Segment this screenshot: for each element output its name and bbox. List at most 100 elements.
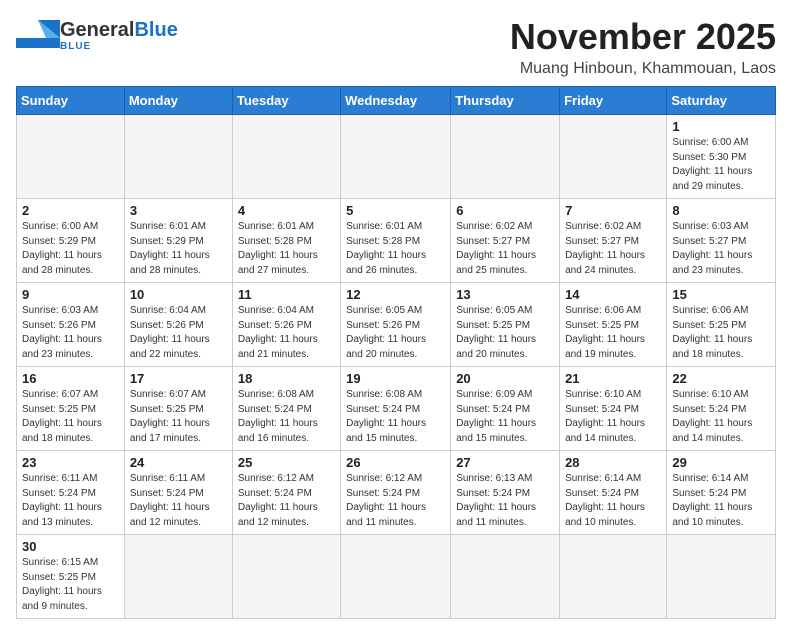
table-row: 7 Sunrise: 6:02 AM Sunset: 5:27 PM Daylig… — [560, 199, 667, 283]
day-number: 15 — [672, 287, 770, 302]
table-row: 8Sunrise: 6:03 AM Sunset: 5:27 PM Daylig… — [667, 199, 776, 283]
table-row — [124, 115, 232, 199]
location-title: Muang Hinboun, Khammouan, Laos — [510, 60, 776, 78]
day-info: Sunrise: 6:10 AM Sunset: 5:24 PM Dayligh… — [672, 388, 770, 446]
logo-text: GeneralBlue — [60, 19, 178, 41]
day-info: Sunrise: 6:12 AM Sunset: 5:24 PM Dayligh… — [346, 472, 445, 530]
day-info: Sunrise: 6:04 AM Sunset: 5:26 PM Dayligh… — [238, 304, 335, 362]
day-info: Sunrise: 6:02 AM Sunset: 5:27 PM Dayligh… — [456, 220, 554, 278]
table-row — [341, 535, 451, 619]
day-info: Sunrise: 6:05 AM Sunset: 5:26 PM Dayligh… — [346, 304, 445, 362]
table-row — [451, 535, 560, 619]
day-info: Sunrise: 6:01 AM Sunset: 5:29 PM Dayligh… — [130, 220, 227, 278]
table-row: 13Sunrise: 6:05 AM Sunset: 5:25 PM Dayli… — [451, 283, 560, 367]
table-row: 30Sunrise: 6:15 AM Sunset: 5:25 PM Dayli… — [17, 535, 125, 619]
day-number: 8 — [672, 203, 770, 218]
day-info: Sunrise: 6:00 AM Sunset: 5:30 PM Dayligh… — [672, 136, 770, 194]
day-info: Sunrise: 6:10 AM Sunset: 5:24 PM Dayligh… — [565, 388, 661, 446]
day-number: 21 — [565, 371, 661, 386]
calendar-header-row: Sunday Monday Tuesday Wednesday Thursday… — [17, 87, 776, 115]
table-row: 19 Sunrise: 6:08 AM Sunset: 5:24 PM Dayli… — [341, 367, 451, 451]
day-number: 16 — [22, 371, 119, 386]
table-row: 11 Sunrise: 6:04 AM Sunset: 5:26 PM Dayli… — [232, 283, 340, 367]
table-row: 4 Sunrise: 6:01 AM Sunset: 5:28 PM Daylig… — [232, 199, 340, 283]
title-section: November 2025 Muang Hinboun, Khammouan, … — [510, 16, 776, 78]
table-row: 14 Sunrise: 6:06 AM Sunset: 5:25 PM Dayli… — [560, 283, 667, 367]
table-row: 10 Sunrise: 6:04 AM Sunset: 5:26 PM Dayli… — [124, 283, 232, 367]
day-info: Sunrise: 6:14 AM Sunset: 5:24 PM Dayligh… — [565, 472, 661, 530]
table-row: 18 Sunrise: 6:08 AM Sunset: 5:24 PM Dayli… — [232, 367, 340, 451]
logo-subtitle: BLUE — [60, 41, 178, 52]
day-info: Sunrise: 6:12 AM Sunset: 5:24 PM Dayligh… — [238, 472, 335, 530]
day-number: 25 — [238, 455, 335, 470]
header-wednesday: Wednesday — [341, 87, 451, 115]
table-row: 20 Sunrise: 6:09 AM Sunset: 5:24 PM Dayli… — [451, 367, 560, 451]
day-number: 3 — [130, 203, 227, 218]
table-row: 2Sunrise: 6:00 AM Sunset: 5:29 PM Daylig… — [17, 199, 125, 283]
day-info: Sunrise: 6:01 AM Sunset: 5:28 PM Dayligh… — [238, 220, 335, 278]
day-info: Sunrise: 6:09 AM Sunset: 5:24 PM Dayligh… — [456, 388, 554, 446]
logo-icon — [16, 16, 54, 54]
logo: GeneralBlue BLUE — [16, 16, 178, 54]
table-row — [124, 535, 232, 619]
day-info: Sunrise: 6:07 AM Sunset: 5:25 PM Dayligh… — [130, 388, 227, 446]
day-number: 24 — [130, 455, 227, 470]
day-info: Sunrise: 6:08 AM Sunset: 5:24 PM Dayligh… — [346, 388, 445, 446]
table-row: 6 Sunrise: 6:02 AM Sunset: 5:27 PM Daylig… — [451, 199, 560, 283]
day-number: 20 — [456, 371, 554, 386]
month-title: November 2025 — [510, 16, 776, 58]
table-row — [667, 535, 776, 619]
day-number: 14 — [565, 287, 661, 302]
logo-text-wrap: GeneralBlue BLUE — [60, 19, 178, 52]
table-row: 23Sunrise: 6:11 AM Sunset: 5:24 PM Dayli… — [17, 451, 125, 535]
day-number: 22 — [672, 371, 770, 386]
table-row: 26Sunrise: 6:12 AM Sunset: 5:24 PM Dayli… — [341, 451, 451, 535]
table-row: 12 Sunrise: 6:05 AM Sunset: 5:26 PM Dayli… — [341, 283, 451, 367]
table-row: 25 Sunrise: 6:12 AM Sunset: 5:24 PM Dayli… — [232, 451, 340, 535]
day-number: 11 — [238, 287, 335, 302]
header-sunday: Sunday — [17, 87, 125, 115]
table-row: 21 Sunrise: 6:10 AM Sunset: 5:24 PM Dayli… — [560, 367, 667, 451]
day-number: 23 — [22, 455, 119, 470]
table-row — [451, 115, 560, 199]
day-number: 19 — [346, 371, 445, 386]
day-number: 10 — [130, 287, 227, 302]
table-row: 29Sunrise: 6:14 AM Sunset: 5:24 PM Dayli… — [667, 451, 776, 535]
table-row: 27 Sunrise: 6:13 AM Sunset: 5:24 PM Dayli… — [451, 451, 560, 535]
table-row: 16Sunrise: 6:07 AM Sunset: 5:25 PM Dayli… — [17, 367, 125, 451]
day-info: Sunrise: 6:11 AM Sunset: 5:24 PM Dayligh… — [130, 472, 227, 530]
day-info: Sunrise: 6:02 AM Sunset: 5:27 PM Dayligh… — [565, 220, 661, 278]
day-number: 13 — [456, 287, 554, 302]
day-number: 30 — [22, 539, 119, 554]
day-number: 1 — [672, 119, 770, 134]
day-info: Sunrise: 6:14 AM Sunset: 5:24 PM Dayligh… — [672, 472, 770, 530]
day-number: 27 — [456, 455, 554, 470]
table-row — [232, 535, 340, 619]
table-row: 15 Sunrise: 6:06 AM Sunset: 5:25 PM Dayli… — [667, 283, 776, 367]
table-row: 17Sunrise: 6:07 AM Sunset: 5:25 PM Dayli… — [124, 367, 232, 451]
day-number: 7 — [565, 203, 661, 218]
table-row — [341, 115, 451, 199]
table-row: 1 Sunrise: 6:00 AM Sunset: 5:30 PM Daylig… — [667, 115, 776, 199]
day-info: Sunrise: 6:06 AM Sunset: 5:25 PM Dayligh… — [672, 304, 770, 362]
day-number: 12 — [346, 287, 445, 302]
table-row — [560, 535, 667, 619]
header-saturday: Saturday — [667, 87, 776, 115]
day-info: Sunrise: 6:04 AM Sunset: 5:26 PM Dayligh… — [130, 304, 227, 362]
table-row: 24 Sunrise: 6:11 AM Sunset: 5:24 PM Dayli… — [124, 451, 232, 535]
table-row — [232, 115, 340, 199]
day-info: Sunrise: 6:01 AM Sunset: 5:28 PM Dayligh… — [346, 220, 445, 278]
day-number: 18 — [238, 371, 335, 386]
table-row: 5 Sunrise: 6:01 AM Sunset: 5:28 PM Daylig… — [341, 199, 451, 283]
table-row: 3 Sunrise: 6:01 AM Sunset: 5:29 PM Daylig… — [124, 199, 232, 283]
day-info: Sunrise: 6:06 AM Sunset: 5:25 PM Dayligh… — [565, 304, 661, 362]
day-info: Sunrise: 6:08 AM Sunset: 5:24 PM Dayligh… — [238, 388, 335, 446]
day-number: 4 — [238, 203, 335, 218]
day-info: Sunrise: 6:13 AM Sunset: 5:24 PM Dayligh… — [456, 472, 554, 530]
day-number: 6 — [456, 203, 554, 218]
day-info: Sunrise: 6:00 AM Sunset: 5:29 PM Dayligh… — [22, 220, 119, 278]
day-number: 5 — [346, 203, 445, 218]
header-thursday: Thursday — [451, 87, 560, 115]
calendar: Sunday Monday Tuesday Wednesday Thursday… — [16, 86, 776, 619]
header: GeneralBlue BLUE November 2025 Muang Hin… — [16, 16, 776, 78]
